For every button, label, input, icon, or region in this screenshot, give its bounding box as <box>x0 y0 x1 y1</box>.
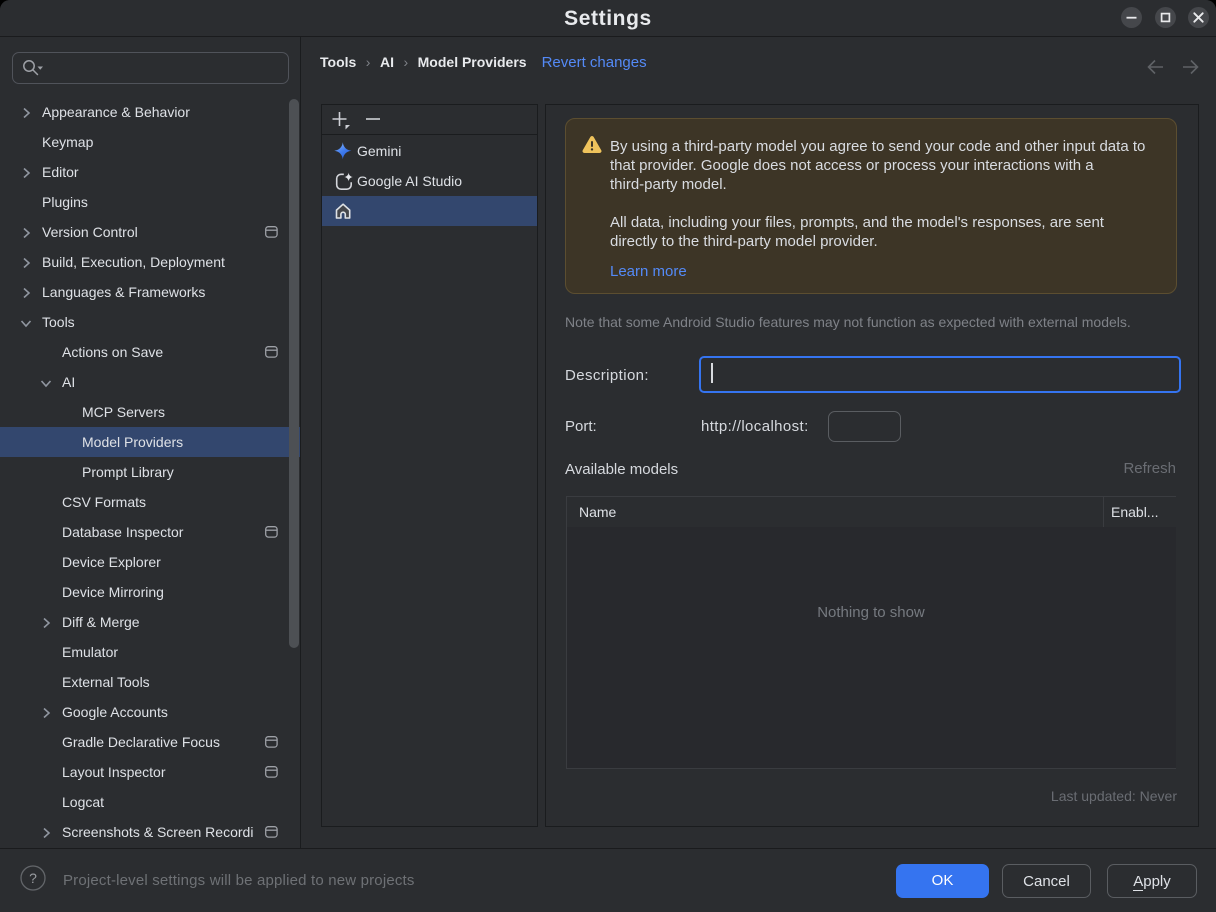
svg-text:?: ? <box>29 870 37 886</box>
